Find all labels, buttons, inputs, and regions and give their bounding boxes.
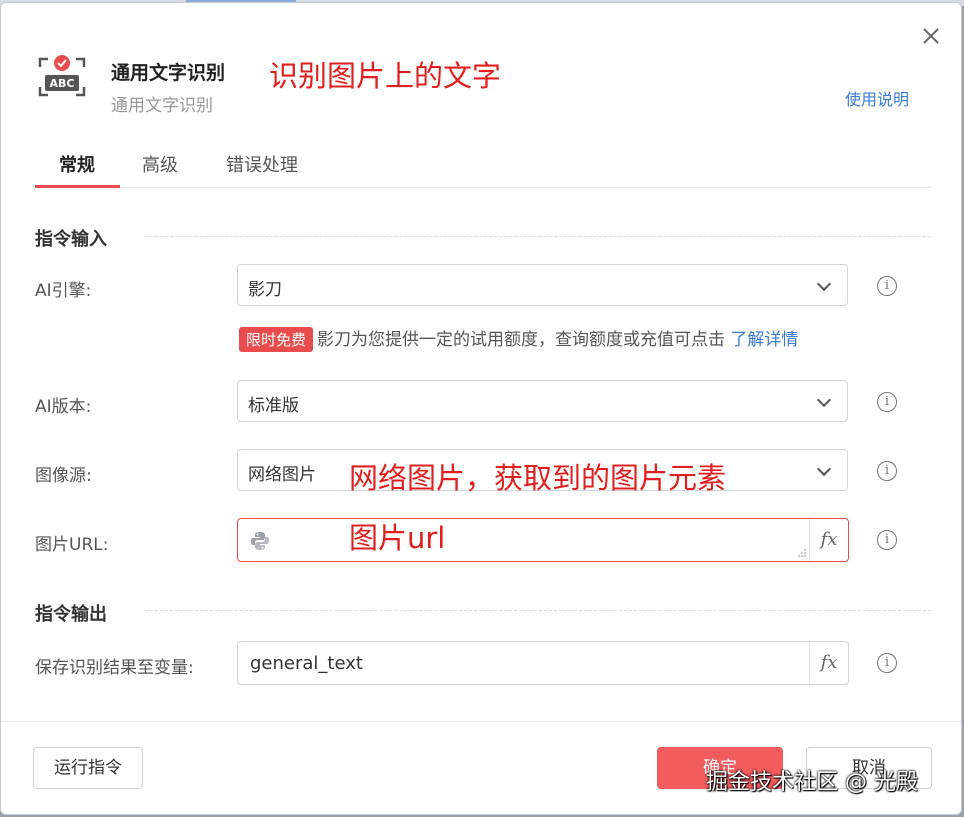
help-link[interactable]: 使用说明 [845, 86, 909, 110]
free-badge: 限时免费 [239, 327, 314, 352]
ai-engine-label: AI引擎: [35, 281, 92, 301]
tab-bar: 常规 高级 错误处理 [35, 143, 931, 188]
annotation-title-note: 识别图片上的文字 [269, 59, 502, 93]
save-var-label: 保存识别结果至变量: [35, 658, 194, 678]
chevron-down-icon [816, 392, 832, 408]
ai-version-label: AI版本: [35, 397, 92, 417]
tab-general[interactable]: 常规 [59, 151, 95, 177]
dialog-title: 通用文字识别 [111, 62, 226, 84]
section-input-title: 指令输入 [35, 229, 107, 250]
run-command-button[interactable]: 运行指令 [33, 747, 143, 789]
section-output-title: 指令输出 [35, 604, 107, 625]
ai-version-value: 标准版 [248, 396, 299, 416]
fx-button[interactable]: fx [809, 519, 848, 561]
tab-advanced[interactable]: 高级 [142, 151, 178, 177]
python-icon [251, 532, 269, 550]
section-divider [145, 610, 931, 611]
active-tab-indicator [35, 185, 120, 188]
resize-handle-icon[interactable] [798, 549, 806, 557]
info-icon[interactable] [877, 653, 897, 673]
image-source-value: 网络图片 [248, 465, 316, 485]
annotation-url-note: 图片url [349, 521, 446, 555]
footer-divider [1, 721, 961, 722]
info-icon[interactable] [877, 530, 897, 550]
image-url-label: 图片URL: [35, 535, 109, 555]
image-url-input[interactable]: fx [237, 518, 849, 562]
engine-note-text: 影刀为您提供一定的试用额度，查询额度或充值可点击 [317, 330, 726, 350]
info-icon[interactable] [877, 392, 897, 412]
info-icon[interactable] [877, 276, 897, 296]
chevron-down-icon [816, 276, 832, 292]
watermark: 掘金技术社区 @ 光殿 [706, 770, 918, 795]
save-var-value: general_text [250, 653, 363, 674]
close-icon[interactable] [917, 23, 945, 51]
ocr-dialog: ABC 通用文字识别 通用文字识别 识别图片上的文字 使用说明 常规 高级 错误… [0, 2, 962, 815]
svg-text:ABC: ABC [50, 77, 75, 90]
annotation-source-note: 网络图片，获取到的图片元素 [349, 461, 727, 495]
engine-note: 限时免费 影刀为您提供一定的试用额度，查询额度或充值可点击 了解详情 [239, 325, 798, 352]
ocr-abc-icon: ABC [38, 55, 86, 97]
chevron-down-icon [816, 461, 832, 477]
section-divider [145, 236, 931, 237]
fx-button[interactable]: fx [809, 642, 848, 684]
tab-error-handling[interactable]: 错误处理 [226, 151, 298, 177]
save-var-input[interactable]: general_text fx [237, 641, 849, 685]
learn-more-link[interactable]: 了解详情 [730, 330, 798, 350]
image-source-label: 图像源: [35, 466, 92, 486]
ai-version-select[interactable]: 标准版 [237, 380, 848, 422]
info-icon[interactable] [877, 461, 897, 481]
ai-engine-select[interactable]: 影刀 [237, 264, 848, 306]
ai-engine-value: 影刀 [248, 280, 282, 300]
dialog-subtitle: 通用文字识别 [111, 96, 213, 116]
